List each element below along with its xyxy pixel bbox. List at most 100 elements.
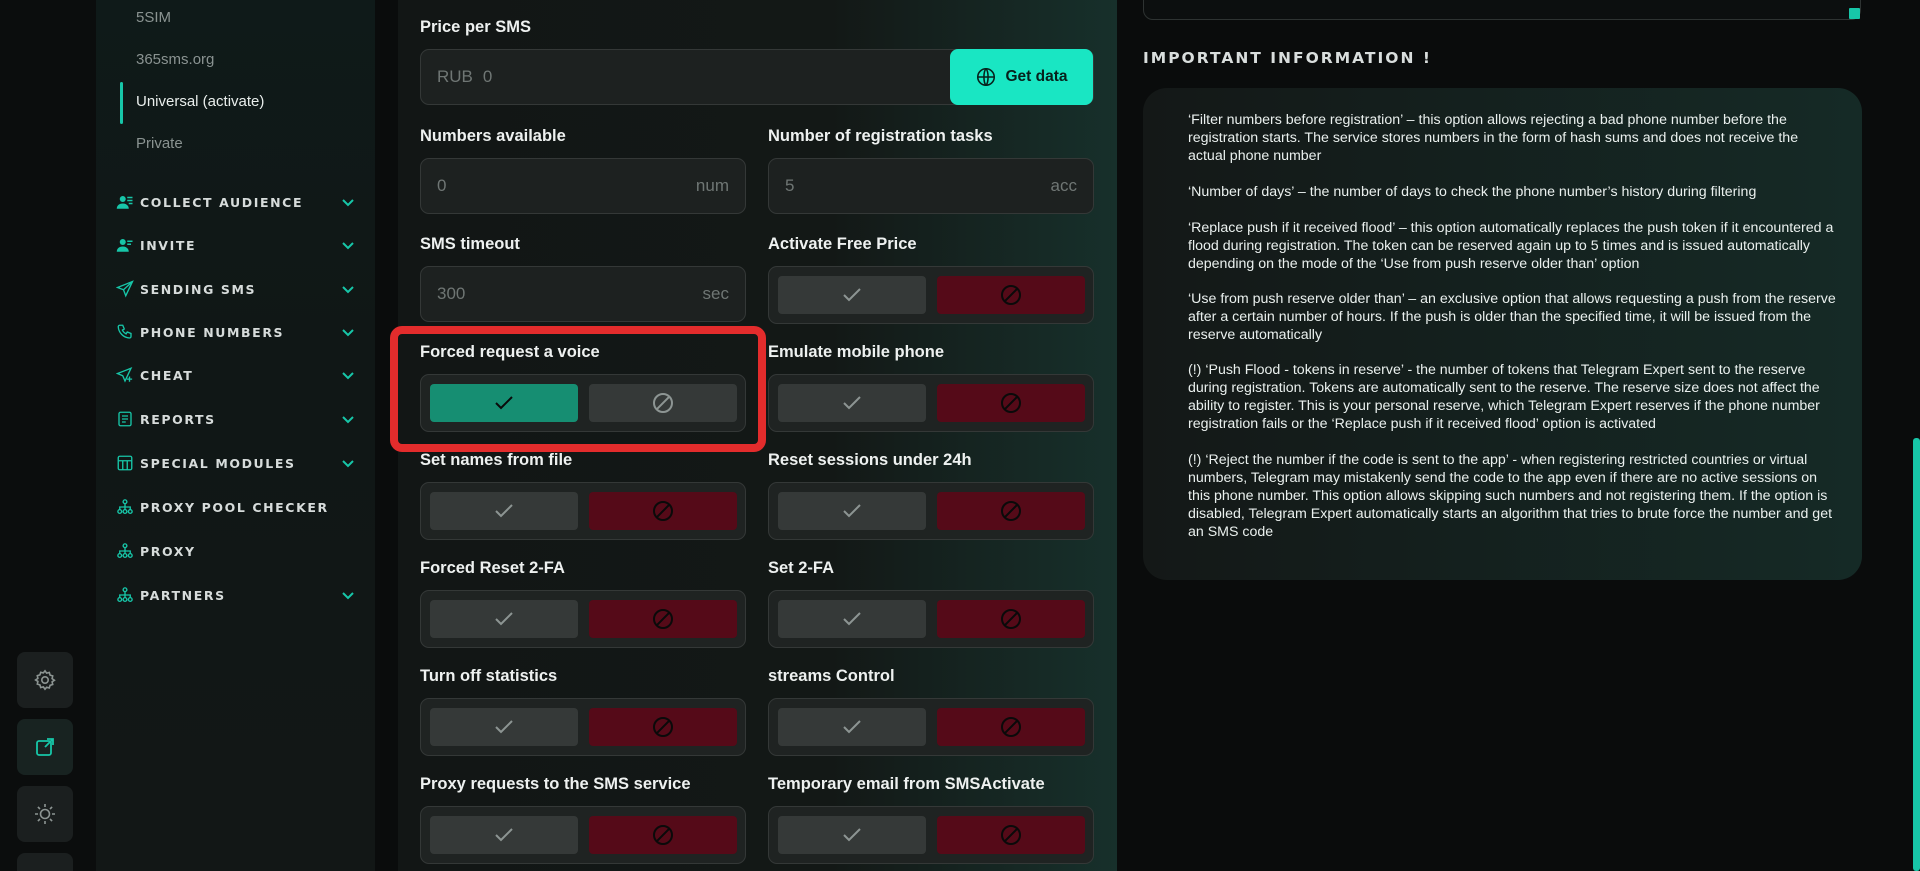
check-icon [843,504,861,518]
numbers-available-input[interactable]: 0 num [420,158,746,214]
set-2fa-toggle [768,590,1094,648]
nav-proxy[interactable]: PROXY [116,539,356,563]
toggle-label: Turn off statistics [420,667,558,685]
reg-tasks-value: 5 [785,176,795,195]
ban-icon [653,825,673,845]
disable-button[interactable] [937,276,1085,314]
sms-timeout-unit: sec [702,284,729,303]
nav-special-modules[interactable]: SPECIAL MODULES [116,451,356,475]
toggle-label: Set names from file [420,451,573,469]
turn-off-statistics-toggle [420,698,746,756]
price-value: 0 [482,67,493,86]
enable-button[interactable] [430,816,578,854]
disable-button[interactable] [589,816,737,854]
external-link-icon[interactable] [17,719,73,775]
sidebar-subitem-universal[interactable]: Universal (activate) [136,93,264,110]
sms-timeout-input[interactable]: 300 sec [420,266,746,322]
network-icon [116,498,134,516]
report-icon [116,410,134,428]
send-plus-icon [116,366,134,384]
emulate-mobile-toggle [768,374,1094,432]
enable-button[interactable] [778,708,926,746]
ban-icon [1001,825,1021,845]
check-icon [495,720,513,734]
nav-label: INVITE [140,237,197,253]
chevron-down-icon [342,460,354,468]
disable-button[interactable] [589,600,737,638]
numbers-available-unit: num [695,176,729,195]
disable-button[interactable] [937,384,1085,422]
toggle-label: Set 2-FA [768,559,835,577]
resize-grip-icon[interactable] [1849,8,1860,19]
disable-button[interactable] [937,708,1085,746]
ban-icon [653,609,673,629]
chevron-down-icon [342,329,354,337]
text-area[interactable] [1143,0,1861,20]
info-paragraph: ‘Replace push if it received flood’ – th… [1188,220,1834,272]
chevron-down-icon [342,372,354,380]
temporary-email-toggle [768,806,1094,864]
theme-sun-icon[interactable] [17,786,73,842]
info-paragraph: ‘Number of days’ – the number of days to… [1188,184,1757,200]
enable-button[interactable] [778,384,926,422]
rail-extra-button[interactable] [17,853,73,871]
toggle-label: Activate Free Price [768,235,917,253]
toggle-label: streams Control [768,667,895,685]
currency-prefix: RUB [437,67,473,86]
enable-button[interactable] [430,492,578,530]
ban-icon [1001,501,1021,521]
sidebar-subitem-365sms[interactable]: 365sms.org [136,51,214,68]
nav-reports[interactable]: REPORTS [116,407,356,431]
ban-icon [1001,717,1021,737]
sidebar-subitem-5sim[interactable]: 5SIM [136,9,171,26]
disable-button[interactable] [937,600,1085,638]
nav-proxy-pool-checker[interactable]: PROXY POOL CHECKER [116,495,356,519]
toggle-label: Proxy requests to the SMS service [420,775,691,793]
important-info-title: IMPORTANT INFORMATION ! [1143,49,1432,67]
price-per-sms-label: Price per SMS [420,18,531,36]
enable-button[interactable] [430,708,578,746]
enable-button[interactable] [778,276,926,314]
nav-label: CHEAT [140,367,194,383]
nav-label: PARTNERS [140,587,226,603]
disable-button[interactable] [937,816,1085,854]
settings-gear-icon[interactable] [17,652,73,708]
info-paragraph: (!) ‘Reject the number if the code is se… [1188,452,1833,540]
chevron-down-icon [342,286,354,294]
modules-icon [116,454,134,472]
paper-plane-icon [116,280,134,298]
reg-tasks-unit: acc [1050,176,1077,195]
nav-label: PROXY [140,543,196,559]
info-paragraph: ‘Filter numbers before registration’ – t… [1188,112,1799,164]
reg-tasks-input[interactable]: 5 acc [768,158,1094,214]
nav-invite[interactable]: INVITE [116,233,356,257]
enable-button[interactable] [778,492,926,530]
disable-button[interactable] [589,492,737,530]
get-data-label: Get data [1005,68,1068,85]
nav-partners[interactable]: PARTNERS [116,583,356,607]
nav-label: SENDING SMS [140,281,257,297]
sidebar-subitem-private[interactable]: Private [136,135,183,152]
nav-label: REPORTS [140,411,216,427]
info-paragraph: (!) ‘Push Flood - tokens in reserve’ - t… [1188,362,1820,432]
forced-reset-2fa-toggle [420,590,746,648]
scrollbar[interactable] [1913,438,1920,871]
enable-button[interactable] [778,600,926,638]
nav-collect-audience[interactable]: COLLECT AUDIENCE [116,190,356,214]
nav-sending-sms[interactable]: SENDING SMS [116,277,356,301]
nav-cheat[interactable]: CHEAT [116,363,356,387]
enable-button[interactable] [778,816,926,854]
nav-label: PROXY POOL CHECKER [140,499,329,515]
disable-button[interactable] [937,492,1085,530]
chevron-down-icon [342,242,354,250]
check-icon [843,720,861,734]
enable-button[interactable] [430,600,578,638]
get-data-button[interactable]: Get data [950,49,1093,105]
chevron-down-icon [342,199,354,207]
ban-icon [1001,285,1021,305]
disable-button[interactable] [589,708,737,746]
check-icon [495,612,513,626]
nav-phone-numbers[interactable]: PHONE NUMBERS [116,320,356,344]
toggle-label: Temporary email from SMSActivate [768,775,1045,793]
network-icon [116,586,134,604]
